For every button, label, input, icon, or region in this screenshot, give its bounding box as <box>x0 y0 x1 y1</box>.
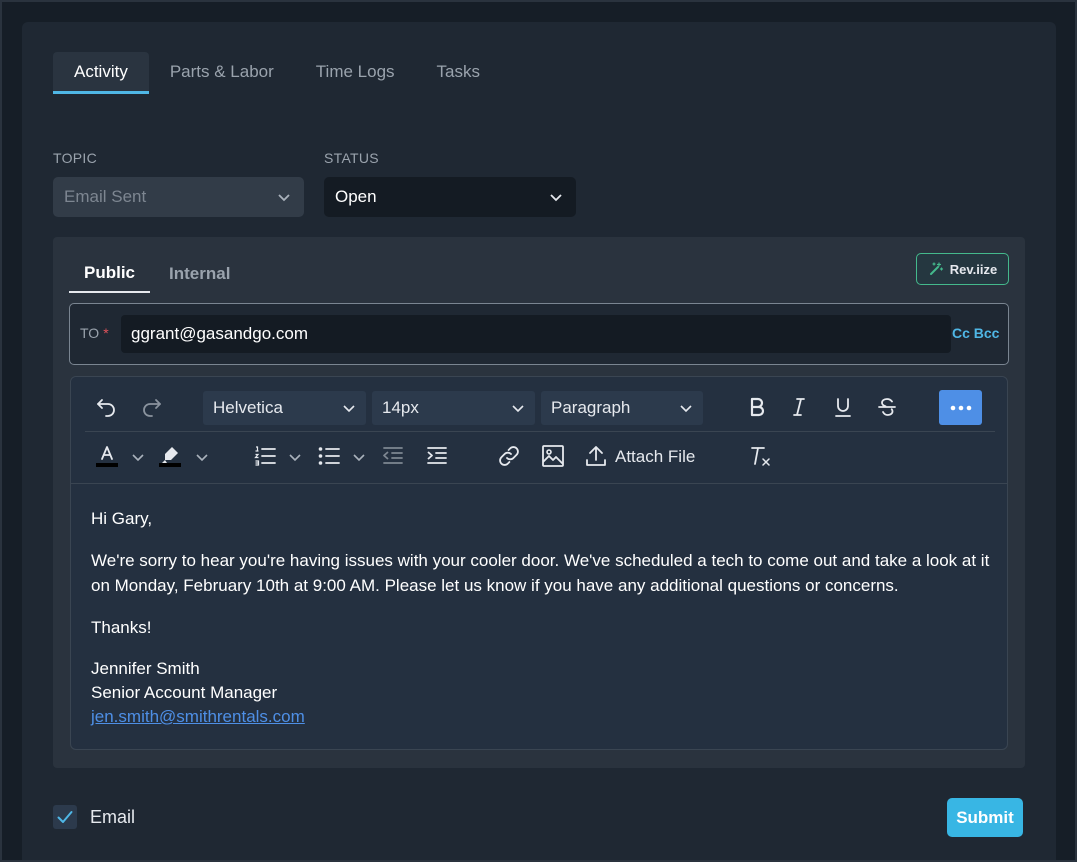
upload-icon[interactable] <box>584 444 608 468</box>
tab-internal[interactable]: Internal <box>154 254 245 293</box>
image-icon[interactable] <box>541 444 565 468</box>
block-format-select[interactable]: Paragraph <box>541 391 703 425</box>
closing-text: Thanks! <box>91 618 152 637</box>
tab-tasks[interactable]: Tasks <box>416 52 501 92</box>
topic-select[interactable]: Email Sent <box>53 177 304 217</box>
chevron-down-icon[interactable] <box>131 450 145 464</box>
highlight-color-icon[interactable] <box>158 444 182 468</box>
cc-bcc-link[interactable]: Cc Bcc <box>952 325 999 341</box>
font-family-select[interactable]: Helvetica <box>203 391 366 425</box>
ellipsis-icon <box>950 405 971 410</box>
status-value: Open <box>335 187 377 206</box>
bullet-list-icon[interactable] <box>317 444 341 468</box>
checkmark-icon <box>57 811 73 823</box>
font-size-select[interactable]: 14px <box>372 391 535 425</box>
more-options-button[interactable] <box>939 390 982 425</box>
to-label: TO * <box>80 325 109 341</box>
outdent-icon[interactable] <box>381 444 405 468</box>
clear-formatting-icon[interactable] <box>748 444 772 468</box>
tab-activity[interactable]: Activity <box>53 52 149 94</box>
status-label: STATUS <box>324 150 379 166</box>
indent-icon[interactable] <box>425 444 449 468</box>
reviize-label: Rev.iize <box>949 261 998 277</box>
underline-icon[interactable] <box>831 395 855 419</box>
magic-wand-icon <box>929 262 943 275</box>
italic-icon[interactable] <box>787 395 811 419</box>
bold-icon[interactable] <box>745 395 769 419</box>
visibility-tabs: Public Internal <box>69 254 247 294</box>
signature-email-link[interactable]: jen.smith@smithrentals.com <box>91 707 305 726</box>
to-email-input[interactable] <box>121 315 951 353</box>
signature-title: Senior Account Manager <box>91 683 278 702</box>
link-icon[interactable] <box>497 444 521 468</box>
numbered-list-icon[interactable] <box>253 444 277 468</box>
block-format-value: Paragraph <box>551 398 631 417</box>
tab-time-logs[interactable]: Time Logs <box>295 52 416 92</box>
chevron-down-icon <box>278 194 290 202</box>
chevron-down-icon[interactable] <box>352 450 366 464</box>
attach-file-button[interactable]: Attach File <box>615 447 695 467</box>
body-paragraph: We're sorry to hear you're having issues… <box>91 551 990 595</box>
chevron-down-icon[interactable] <box>288 450 302 464</box>
chevron-down-icon <box>550 194 562 202</box>
strikethrough-icon[interactable] <box>875 395 899 419</box>
signature-name: Jennifer Smith <box>91 659 200 678</box>
chevron-down-icon <box>343 405 355 413</box>
email-checkbox[interactable] <box>53 805 77 829</box>
message-body[interactable]: Hi Gary, We're sorry to hear you're havi… <box>91 506 991 729</box>
tab-parts-labor[interactable]: Parts & Labor <box>149 52 295 92</box>
topic-value: Email Sent <box>64 187 147 206</box>
chevron-down-icon <box>512 405 524 413</box>
tab-bar: Activity Parts & Labor Time Logs Tasks <box>53 52 501 94</box>
font-size-value: 14px <box>382 398 419 417</box>
undo-icon[interactable] <box>94 395 118 419</box>
toolbar-divider <box>85 431 995 432</box>
required-mark: * <box>103 325 109 341</box>
text-color-icon[interactable] <box>95 444 119 468</box>
chevron-down-icon <box>680 405 692 413</box>
tab-public[interactable]: Public <box>69 254 151 293</box>
font-family-value: Helvetica <box>213 398 283 417</box>
status-select[interactable]: Open <box>324 177 576 217</box>
topic-label: TOPIC <box>53 150 98 166</box>
greeting-text: Hi Gary, <box>91 509 153 528</box>
email-checkbox-label: Email <box>90 807 136 827</box>
submit-button[interactable]: Submit <box>947 798 1023 837</box>
chevron-down-icon[interactable] <box>195 450 209 464</box>
reviize-button[interactable]: Rev.iize <box>916 253 1009 285</box>
redo-icon[interactable] <box>140 395 164 419</box>
